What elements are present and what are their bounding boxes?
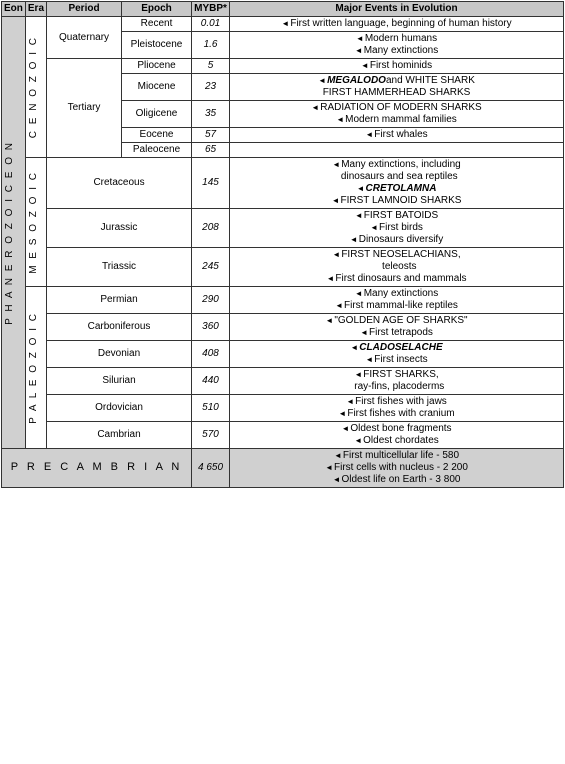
arrow-icon — [341, 423, 349, 435]
carboniferous-period: Carboniferous — [47, 314, 192, 341]
pliocene-mybp: 5 — [192, 59, 230, 74]
ordovician-period: Ordovician — [47, 395, 192, 422]
silurian-events: FIRST SHARKS, ray-fins, placoderms — [230, 368, 564, 395]
header-events: Major Events in Evolution — [230, 2, 564, 17]
arrow-icon — [325, 315, 333, 327]
precambrian-events: First multicellular life - 580 First cel… — [230, 449, 564, 488]
arrow-icon — [332, 249, 340, 261]
recent-mybp: 0.01 — [192, 17, 230, 32]
eocene-events: First whales — [230, 128, 564, 143]
header-eon: Eon — [2, 2, 26, 17]
header-mybp: MYBP* — [192, 2, 230, 17]
paleozoic-era-label: P A L E O Z O I C — [28, 312, 40, 424]
jurassic-events: FIRST BATOIDS First birds Dinosaurs dive… — [230, 209, 564, 248]
header-epoch: Epoch — [122, 2, 192, 17]
oligicene-events: RADIATION OF MODERN SHARKS Modern mammal… — [230, 101, 564, 128]
arrow-icon — [370, 222, 378, 234]
arrow-icon — [365, 354, 373, 366]
arrow-icon — [338, 408, 346, 420]
silurian-mybp: 440 — [192, 368, 230, 395]
paleocene-events — [230, 143, 564, 158]
permian-period: Permian — [47, 287, 192, 314]
header-period: Period — [47, 2, 122, 17]
devonian-mybp: 408 — [192, 341, 230, 368]
devonian-period: Devonian — [47, 341, 192, 368]
arrow-icon — [333, 474, 341, 486]
arrow-icon — [336, 114, 344, 126]
recent-events: First written language, beginning of hum… — [230, 17, 564, 32]
oligicene-epoch: Oligicene — [122, 101, 192, 128]
arrow-icon — [311, 102, 319, 114]
arrow-icon — [326, 273, 334, 285]
arrow-icon — [332, 195, 340, 207]
permian-events: Many extinctions First mammal-like repti… — [230, 287, 564, 314]
cretaceous-events: Many extinctions, including dinosaurs an… — [230, 158, 564, 209]
devonian-events: CLADOSELACHE First insects — [230, 341, 564, 368]
jurassic-period: Jurassic — [47, 209, 192, 248]
arrow-icon — [354, 435, 362, 447]
eocene-mybp: 57 — [192, 128, 230, 143]
paleocene-mybp: 65 — [192, 143, 230, 158]
arrow-icon — [361, 60, 369, 72]
cambrian-events: Oldest bone fragments Oldest chordates — [230, 422, 564, 449]
carboniferous-events: "GOLDEN AGE OF SHARKS" First tetrapods — [230, 314, 564, 341]
triassic-mybp: 245 — [192, 248, 230, 287]
arrow-icon — [350, 342, 358, 354]
triassic-events: FIRST NEOSELACHIANS, teleosts First dino… — [230, 248, 564, 287]
oligicene-mybp: 35 — [192, 101, 230, 128]
pleistocene-events: Modern humans Many extinctions — [230, 32, 564, 59]
carboniferous-mybp: 360 — [192, 314, 230, 341]
mesozoic-era-label: M E S O Z O I C — [28, 171, 40, 274]
pliocene-epoch: Pliocene — [122, 59, 192, 74]
phanerozoic-eon-label: P H A N E R O Z O I C E O N — [4, 141, 16, 325]
pliocene-events: First hominids — [230, 59, 564, 74]
cambrian-period: Cambrian — [47, 422, 192, 449]
arrow-icon — [355, 45, 363, 57]
miocene-epoch: Miocene — [122, 74, 192, 101]
arrow-icon — [354, 369, 362, 381]
miocene-events: MEGALODOand WHITE SHARK FIRST HAMMERHEAD… — [230, 74, 564, 101]
pleistocene-epoch: Pleistocene — [122, 32, 192, 59]
permian-mybp: 290 — [192, 287, 230, 314]
triassic-period: Triassic — [47, 248, 192, 287]
paleocene-epoch: Paleocene — [122, 143, 192, 158]
arrow-icon — [346, 396, 354, 408]
cenozoic-era-label: C E N O Z O I C — [28, 36, 40, 138]
main-table: Eon Era Period Epoch MYBP* Major Events … — [1, 1, 564, 488]
arrow-icon — [332, 159, 340, 171]
arrow-icon — [360, 327, 368, 339]
ordovician-mybp: 510 — [192, 395, 230, 422]
recent-epoch: Recent — [122, 17, 192, 32]
header-era: Era — [25, 2, 46, 17]
arrow-icon — [355, 210, 363, 222]
arrow-icon — [357, 183, 365, 195]
tertiary-period: Tertiary — [47, 59, 122, 158]
miocene-mybp: 23 — [192, 74, 230, 101]
cretaceous-mybp: 145 — [192, 158, 230, 209]
eocene-epoch: Eocene — [122, 128, 192, 143]
arrow-icon — [281, 18, 289, 30]
ordovician-events: First fishes with jaws First fishes with… — [230, 395, 564, 422]
cretaceous-period: Cretaceous — [47, 158, 192, 209]
precambrian-mybp: 4 650 — [192, 449, 230, 488]
silurian-period: Silurian — [47, 368, 192, 395]
arrow-icon — [318, 75, 326, 87]
arrow-icon — [355, 288, 363, 300]
quaternary-period: Quaternary — [47, 17, 122, 59]
jurassic-mybp: 208 — [192, 209, 230, 248]
arrow-icon — [350, 234, 358, 246]
arrow-icon — [335, 300, 343, 312]
precambrian-label: P R E C A M B R I A N — [2, 449, 192, 488]
arrow-icon — [334, 450, 342, 462]
cambrian-mybp: 570 — [192, 422, 230, 449]
arrow-icon — [325, 462, 333, 474]
pleistocene-mybp: 1.6 — [192, 32, 230, 59]
arrow-icon — [365, 129, 373, 141]
arrow-icon — [356, 33, 364, 45]
